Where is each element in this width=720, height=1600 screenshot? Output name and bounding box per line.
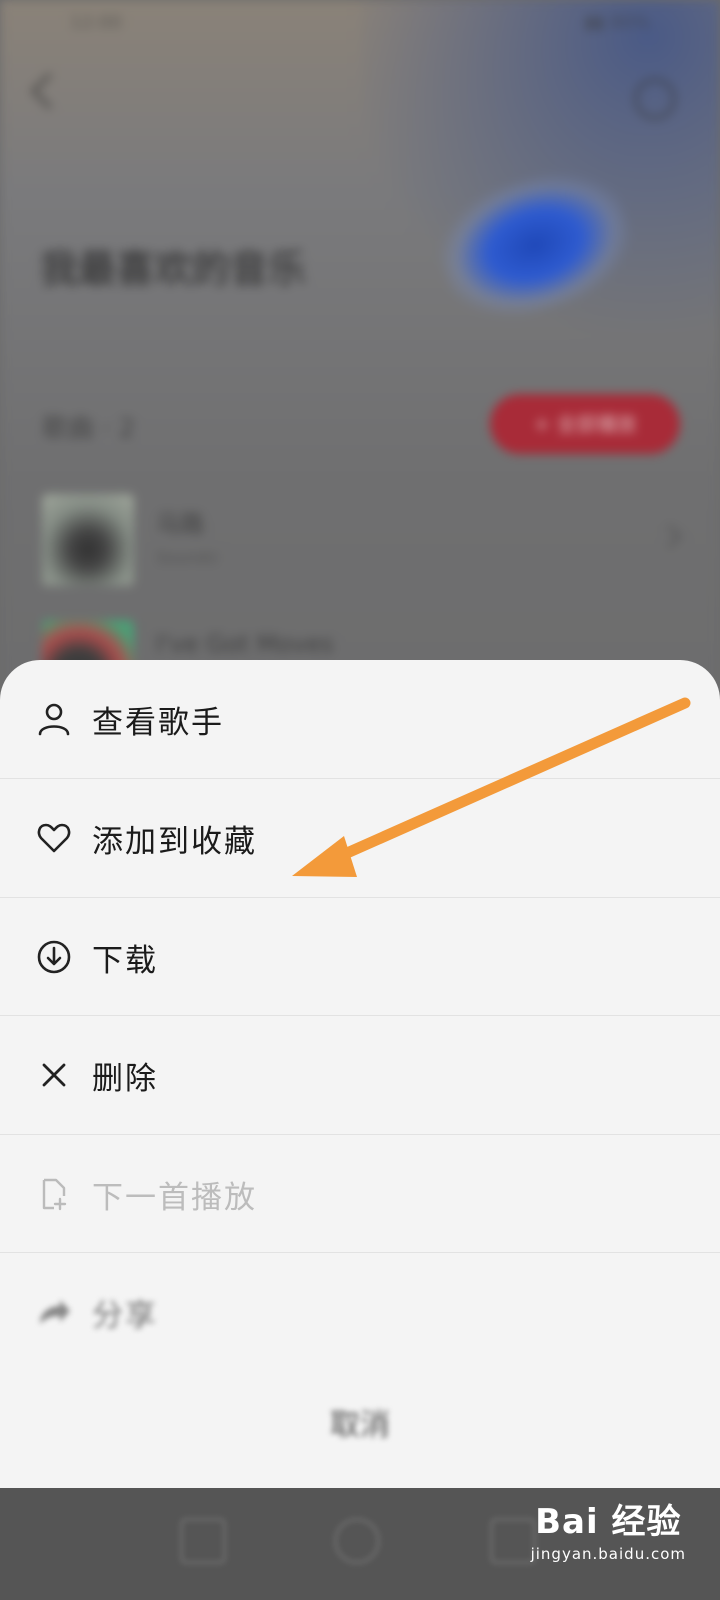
chevron-right-icon — [657, 524, 682, 549]
play-all-button[interactable]: + 全部播放 — [490, 394, 680, 454]
share-icon — [40, 1300, 70, 1324]
song-row[interactable]: 马路 SoundU — [42, 494, 682, 594]
menu-item-label: 添加到收藏 — [92, 823, 257, 860]
nav-home-icon[interactable] — [334, 1518, 380, 1564]
back-icon[interactable] — [30, 72, 68, 110]
watermark-url: jingyan.baidu.com — [530, 1545, 686, 1563]
menu-item-view-artist[interactable]: 查看歌手 — [0, 660, 720, 778]
menu-item-download[interactable]: 下载 — [0, 898, 720, 1016]
status-bar: 12:00 ▮▮ 80% — [70, 12, 650, 33]
menu-item-add-favorite[interactable]: 添加到收藏 — [0, 779, 720, 897]
action-sheet: 查看歌手 添加到收藏 下载 删除 下一首播放 分享 — [0, 660, 720, 1488]
user-icon — [38, 703, 70, 736]
cancel-button[interactable]: 取消 — [0, 1400, 720, 1444]
nav-back-icon[interactable] — [180, 1518, 226, 1564]
menu-item-label: 查看歌手 — [92, 704, 224, 741]
menu-item-label: 删除 — [92, 1060, 158, 1097]
menu-item-delete[interactable]: 删除 — [0, 1016, 720, 1134]
watermark-logo: Bai 经验 — [535, 1502, 682, 1542]
song-title: I've Got Moves — [156, 630, 334, 658]
menu-item-play-next[interactable]: 下一首播放 — [0, 1135, 720, 1253]
heart-icon — [37, 823, 71, 853]
nav-recent-icon[interactable] — [490, 1518, 536, 1564]
close-icon — [42, 1063, 66, 1087]
song-title: 马路 — [156, 510, 204, 538]
play-next-icon — [42, 1178, 67, 1211]
search-icon[interactable] — [634, 78, 676, 120]
menu-item-share[interactable]: 分享 — [0, 1253, 720, 1371]
playlist-title: 我最喜欢的音乐 — [40, 247, 307, 291]
song-thumbnail — [42, 494, 134, 586]
song-count: 歌曲 · 2 — [42, 414, 136, 444]
download-icon — [37, 940, 71, 974]
song-subtitle: SoundU — [156, 548, 219, 567]
menu-item-label: 分享 — [92, 1297, 158, 1334]
menu-item-label: 下载 — [92, 942, 158, 979]
menu-item-label: 下一首播放 — [92, 1179, 257, 1216]
baidu-watermark: Bai 经验 jingyan.baidu.com — [531, 1494, 686, 1563]
